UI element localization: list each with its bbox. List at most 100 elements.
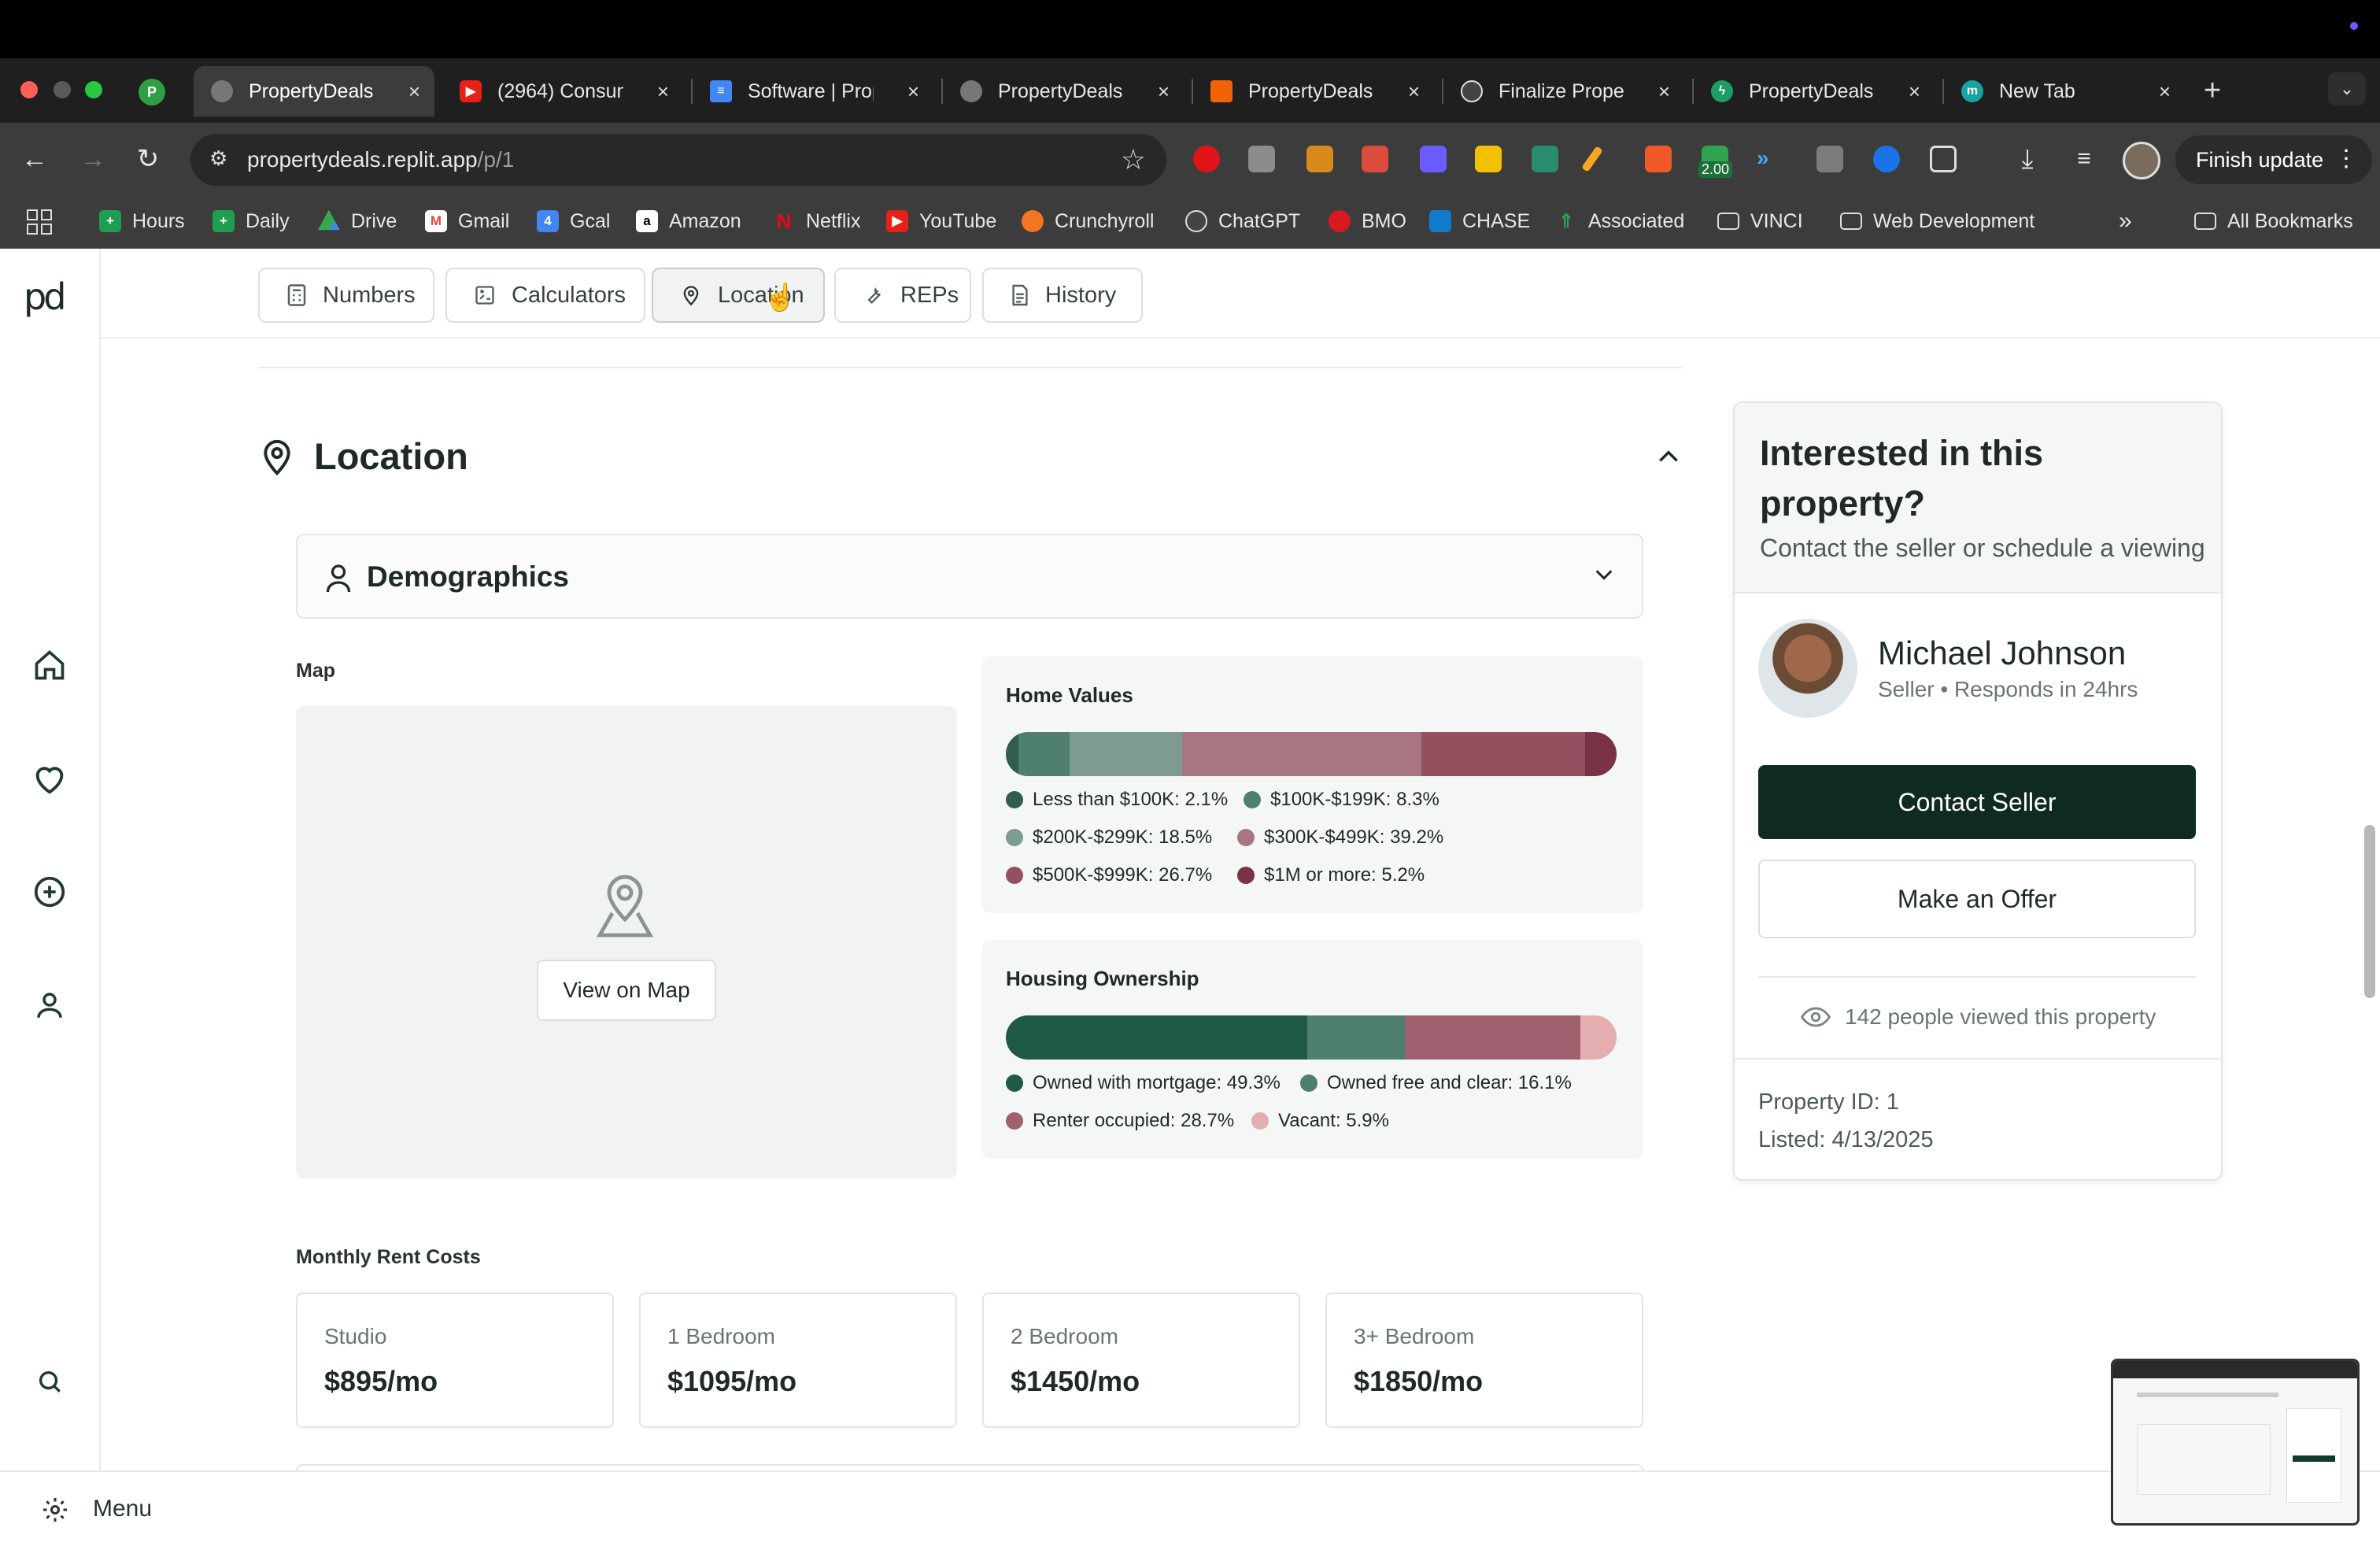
browser-tab[interactable]: Finalize Propert × [1443, 66, 1684, 117]
map-label: Map [296, 660, 335, 682]
chevron-up-icon[interactable] [1656, 447, 1681, 470]
close-tab-icon[interactable]: × [408, 80, 420, 102]
new-tab-plus-icon[interactable]: + [2204, 74, 2221, 108]
profile-p-icon[interactable]: P [139, 79, 165, 105]
seller-avatar [1758, 619, 1857, 718]
apps-grid-icon[interactable] [27, 209, 52, 235]
media-queue-icon[interactable]: ≡ [2065, 140, 2103, 178]
site-settings-icon[interactable]: ⚙ [209, 146, 236, 173]
legend-item: Less than $100K: 2.1% [1006, 789, 1228, 811]
bookmark-star-icon[interactable]: ☆ [1121, 143, 1146, 176]
bookmark-youtube[interactable]: ▶ YouTube [886, 206, 996, 236]
bookmark-amazon[interactable]: a Amazon [636, 206, 741, 236]
download-icon[interactable]: ⤓ [2009, 140, 2046, 178]
extension-audio-icon[interactable]: » [1757, 146, 1783, 172]
chatgpt-icon [1461, 80, 1483, 102]
reload-icon[interactable]: ↻ [129, 140, 167, 178]
search-icon[interactable] [27, 1359, 72, 1404]
browser-tab[interactable]: PropertyDeals | × [943, 66, 1184, 117]
close-tab-icon[interactable]: × [1658, 80, 1670, 102]
browser-tab[interactable]: m New Tab × [1944, 66, 2185, 117]
close-tab-icon[interactable]: × [1909, 80, 1920, 102]
browser-tab[interactable]: ϟ PropertyDeals | × [1694, 66, 1935, 117]
bar-segment [1584, 732, 1617, 776]
bookmark-drive[interactable]: Drive [318, 206, 397, 236]
extension-badge-icon[interactable]: 2.00 [1698, 146, 1733, 178]
contact-seller-button[interactable]: Contact Seller [1758, 765, 2196, 839]
extension-info-icon[interactable] [1873, 146, 1900, 172]
extension-todoist-icon[interactable] [1362, 146, 1388, 172]
picture-in-picture-preview[interactable] [2111, 1359, 2360, 1526]
add-circle-icon[interactable] [27, 869, 72, 915]
tab-calculators[interactable]: Calculators [445, 268, 645, 323]
bookmark-hours[interactable]: + Hours [99, 206, 185, 236]
close-tab-icon[interactable]: × [2159, 80, 2171, 102]
minimize-window-icon[interactable] [54, 81, 71, 98]
browser-tab[interactable]: ▶ (2964) Consum × [442, 66, 683, 117]
maximize-window-icon[interactable] [85, 81, 102, 98]
bookmark-bmo[interactable]: BMO [1329, 206, 1406, 236]
extension-grey-icon[interactable] [1248, 146, 1275, 172]
make-offer-button[interactable]: Make an Offer [1758, 860, 2196, 938]
sheets-icon: + [99, 210, 121, 232]
legend-item: $200K-$299K: 18.5% [1006, 827, 1212, 849]
profile-avatar[interactable] [2123, 142, 2160, 179]
bookmark-chatgpt[interactable]: ChatGPT [1185, 206, 1300, 236]
legend-swatch [1300, 1074, 1318, 1092]
more-vertical-icon[interactable]: ⋮ [2334, 145, 2358, 172]
bar-segment [1306, 1015, 1406, 1060]
user-icon[interactable] [27, 982, 72, 1028]
bookmark-folder-vinci[interactable]: VINCI [1717, 206, 1803, 236]
browser-tab[interactable]: PropertyDeals T× [1193, 66, 1434, 117]
tab-location[interactable]: Location [652, 268, 825, 323]
scrollbar-thumb[interactable] [2364, 825, 2375, 998]
browser-tab[interactable]: ≡ Software | Prop × [693, 66, 933, 117]
chevron-down-icon[interactable] [1593, 567, 1615, 586]
close-tab-icon[interactable]: × [1408, 80, 1420, 102]
demographics-accordion[interactable]: Demographics [296, 534, 1643, 619]
close-tab-icon[interactable]: × [657, 80, 669, 102]
bookmark-crunchyroll[interactable]: Crunchyroll [1022, 206, 1154, 236]
all-bookmarks-folder[interactable]: All Bookmarks [2194, 206, 2353, 236]
folder-icon [1717, 213, 1739, 230]
bottom-menu-bar[interactable]: Menu [0, 1470, 2380, 1546]
extension-screen-icon[interactable] [1816, 146, 1843, 172]
home-icon[interactable] [27, 642, 72, 688]
back-arrow-icon[interactable]: ← [16, 140, 54, 178]
bookmark-folder-web-development[interactable]: Web Development [1840, 206, 2034, 236]
more-bookmarks-icon[interactable]: » [2119, 206, 2132, 236]
extensions-puzzle-icon[interactable] [1930, 146, 1957, 172]
legend-item: Vacant: 5.9% [1251, 1110, 1389, 1132]
bookmark-gmail[interactable]: M Gmail [425, 206, 509, 236]
extension-green-s-icon[interactable] [1532, 146, 1558, 172]
legend-item: Owned with mortgage: 49.3% [1006, 1072, 1281, 1094]
extension-orange-icon[interactable] [1306, 146, 1333, 172]
heart-icon[interactable] [27, 756, 72, 801]
browser-tab[interactable]: PropertyDeals | × [194, 66, 434, 117]
close-window-icon[interactable] [20, 81, 38, 98]
app-logo[interactable]: pd [24, 276, 66, 318]
bar-segment [1580, 1015, 1617, 1060]
forward-arrow-icon[interactable]: → [74, 140, 112, 178]
bookmark-gcal[interactable]: 4 Gcal [537, 206, 610, 236]
section-divider [258, 367, 1683, 368]
extension-orange-x-icon[interactable] [1645, 146, 1672, 172]
bookmark-daily[interactable]: + Daily [213, 206, 290, 236]
menu-label[interactable]: Menu [93, 1496, 152, 1522]
view-on-map-button[interactable]: View on Map [537, 960, 716, 1021]
bookmark-associated[interactable]: ⇑ Associated [1555, 206, 1684, 236]
tab-history[interactable]: History [982, 268, 1143, 323]
address-bar[interactable]: ⚙ propertydeals.replit.app/p/1 ☆ [190, 134, 1166, 186]
bookmark-netflix[interactable]: N Netflix [773, 206, 861, 236]
tab-search-chevron-icon[interactable]: ⌄ [2328, 72, 2366, 105]
close-tab-icon[interactable]: × [907, 80, 919, 102]
extension-yellow-icon[interactable] [1475, 146, 1502, 172]
close-tab-icon[interactable]: × [1158, 80, 1170, 102]
extension-purple-icon[interactable] [1420, 146, 1447, 172]
gear-icon[interactable] [41, 1496, 69, 1524]
finish-update-button[interactable]: Finish update ⋮ [2175, 135, 2372, 184]
tab-reps[interactable]: REPs [834, 268, 971, 323]
bookmark-chase[interactable]: CHASE [1429, 206, 1530, 236]
tab-numbers[interactable]: Numbers [258, 268, 434, 323]
extension-adblock-icon[interactable] [1193, 146, 1220, 172]
